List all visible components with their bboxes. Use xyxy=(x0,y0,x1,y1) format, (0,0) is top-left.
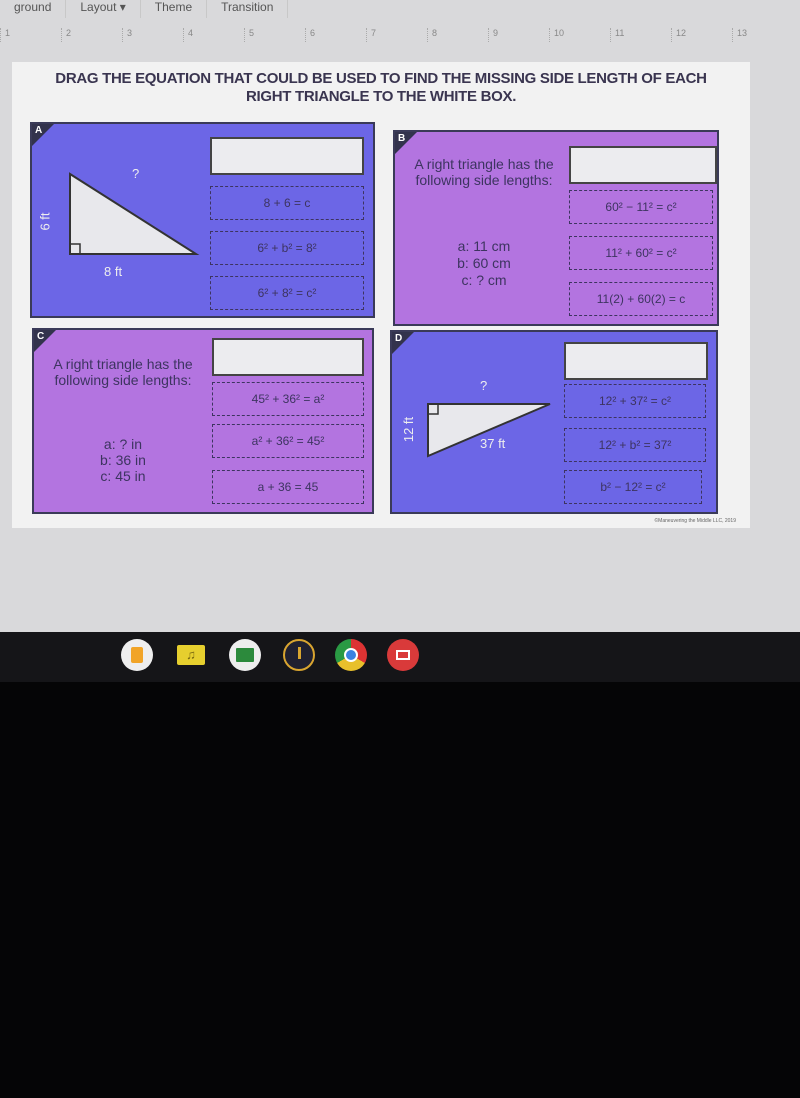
slide-title: DRAG THE EQUATION THAT COULD BE USED TO … xyxy=(12,70,750,106)
problem-text: A right triangle has the following side … xyxy=(53,356,193,388)
side-lengths: a: ? in b: 36 in c: 45 in xyxy=(48,436,198,484)
ruler-tick: 13 xyxy=(732,28,793,42)
equation-option[interactable]: a² + 36² = 45² xyxy=(212,424,364,458)
title-line-1: DRAG THE EQUATION THAT COULD BE USED TO … xyxy=(55,70,707,87)
top-side-label: ? xyxy=(480,378,488,393)
side-b: b: 36 in xyxy=(100,452,146,468)
menu-background[interactable]: ground xyxy=(0,0,67,18)
ruler-tick: 7 xyxy=(366,28,427,42)
answer-drop-box[interactable] xyxy=(569,146,717,184)
ruler-tick: 12 xyxy=(671,28,732,42)
panel-c: C A right triangle has the following sid… xyxy=(32,328,374,514)
answer-drop-box[interactable] xyxy=(564,342,708,380)
side-a: a: 11 cm xyxy=(457,238,511,254)
answer-drop-box[interactable] xyxy=(210,137,364,175)
problem-text: A right triangle has the following side … xyxy=(414,156,554,188)
chrome-icon[interactable] xyxy=(335,639,367,671)
ruler-tick: 3 xyxy=(122,28,183,42)
ruler-tick: 5 xyxy=(244,28,305,42)
panel-tag: D xyxy=(395,333,403,344)
side-a: a: ? in xyxy=(103,436,143,452)
panel-tag: B xyxy=(398,133,406,144)
menu-transition[interactable]: Transition xyxy=(207,0,289,18)
ruler-tick: 10 xyxy=(549,28,610,42)
side-c: c: ? cm xyxy=(461,272,507,288)
equation-option[interactable]: 60² − 11² = c² xyxy=(569,190,713,224)
ruler-tick: 8 xyxy=(427,28,488,42)
screen: ground Layout ▾ Theme Transition 1234567… xyxy=(0,0,800,632)
ruler-tick: 11 xyxy=(610,28,671,42)
classroom-icon[interactable] xyxy=(229,639,261,671)
panel-tag: A xyxy=(35,125,43,136)
equation-option[interactable]: 12² + 37² = c² xyxy=(564,384,706,418)
equation-option[interactable]: a + 36 = 45 xyxy=(212,470,364,504)
equation-option[interactable]: 45² + 36² = a² xyxy=(212,382,364,416)
base-label: 8 ft xyxy=(104,264,123,279)
ruler: 1 2 3 4 5 6 7 8 9 10 11 12 13 xyxy=(0,28,800,42)
equation-option[interactable]: 11² + 60² = c² xyxy=(569,236,713,270)
hypotenuse-label: ? xyxy=(132,166,140,181)
equation-option[interactable]: 6² + 8² = c² xyxy=(210,276,364,310)
slides-icon[interactable] xyxy=(121,639,153,671)
triangle-diagram xyxy=(427,403,551,458)
answer-drop-box[interactable] xyxy=(212,338,364,376)
menu-theme[interactable]: Theme xyxy=(141,0,208,18)
menu-layout[interactable]: Layout ▾ xyxy=(66,0,141,18)
menu-bar: ground Layout ▾ Theme Transition xyxy=(0,0,289,18)
equation-option[interactable]: 11(2) + 60(2) = c xyxy=(569,282,713,316)
ruler-tick: 2 xyxy=(61,28,122,42)
side-b: b: 60 cm xyxy=(457,255,511,271)
panel-b: B A right triangle has the following sid… xyxy=(393,130,719,326)
title-line-2: RIGHT TRIANGLE TO THE WHITE BOX. xyxy=(245,88,517,105)
equation-option[interactable]: b² − 12² = c² xyxy=(564,470,702,504)
side-label: 6 ft xyxy=(37,212,53,231)
panel-d: D ? 12 ft 37 ft 12² + 37² = c² 12² + b² … xyxy=(390,330,718,514)
triangle-diagram xyxy=(69,172,200,255)
side-lengths: a: 11 cm b: 60 cm c: ? cm xyxy=(409,238,559,289)
copyright-credit: ©Maneuvering the Middle LLC, 2019 xyxy=(654,518,736,524)
hypotenuse-label: 37 ft xyxy=(480,436,506,451)
ruler-tick: 4 xyxy=(183,28,244,42)
equation-option[interactable]: 8 + 6 = c xyxy=(210,186,364,220)
side-c: c: 45 in xyxy=(100,468,146,484)
ruler-tick: 1 xyxy=(0,28,61,42)
equation-option[interactable]: 12² + b² = 37² xyxy=(564,428,706,462)
ruler-tick: 6 xyxy=(305,28,366,42)
side-label: 12 ft xyxy=(401,416,417,443)
slide-canvas: DRAG THE EQUATION THAT COULD BE USED TO … xyxy=(12,62,750,528)
equation-option[interactable]: 6² + b² = 8² xyxy=(210,231,364,265)
music-folder-icon[interactable]: ♫ xyxy=(175,639,207,671)
video-icon[interactable] xyxy=(387,639,419,671)
panel-tag: C xyxy=(37,331,45,342)
ruler-tick: 9 xyxy=(488,28,549,42)
power-icon[interactable] xyxy=(283,639,315,671)
panel-a: A ? 6 ft 8 ft 8 + 6 = c 6² + b² = 8² 6² … xyxy=(30,122,375,318)
